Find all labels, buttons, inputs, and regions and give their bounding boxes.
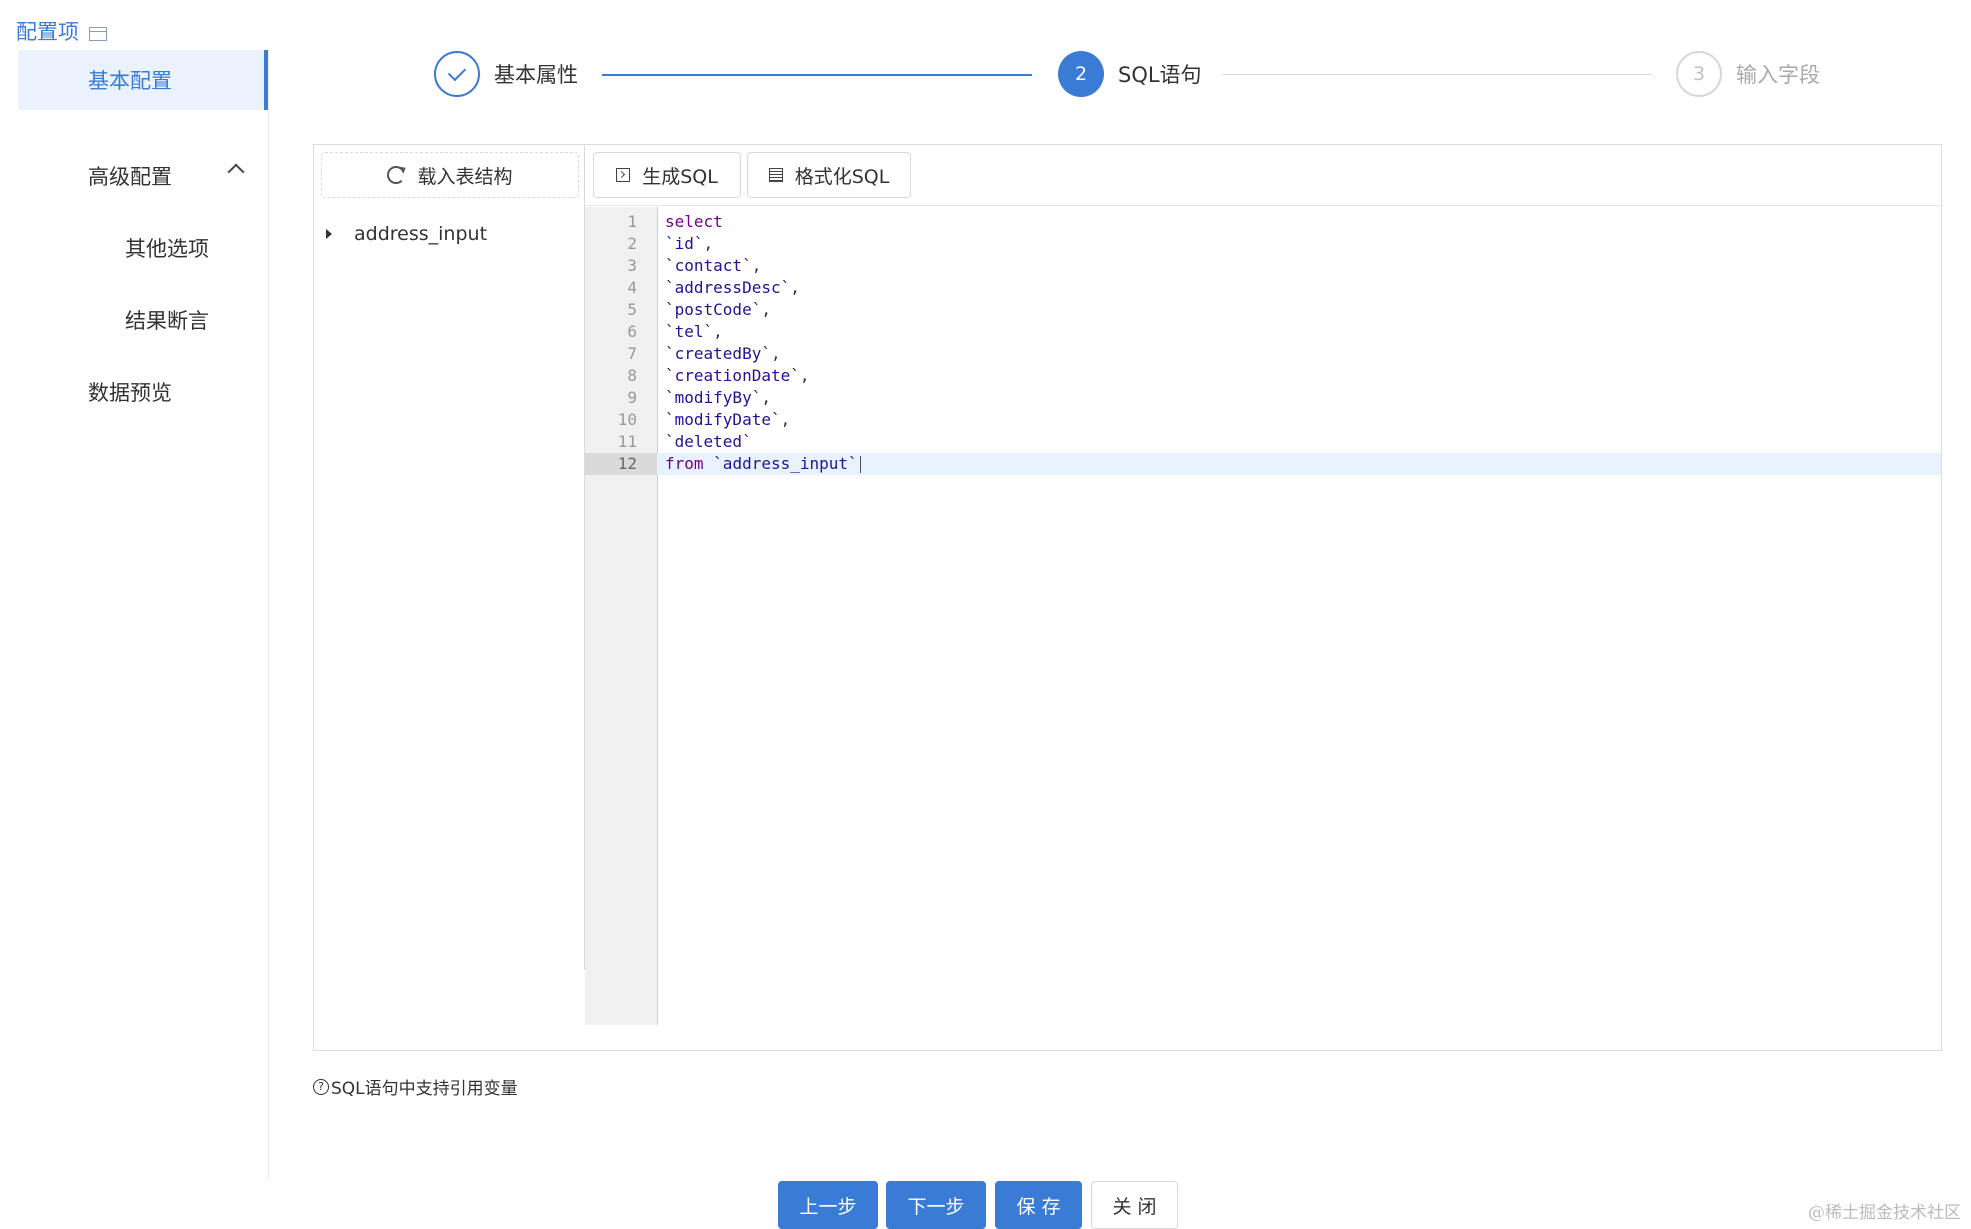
code-line[interactable]: 12 from `address_input` — [585, 453, 1941, 475]
code-text: select — [665, 212, 723, 231]
code-text: `creationDate`, — [665, 366, 810, 385]
format-list-icon — [768, 168, 783, 182]
sidebar-header: 配置项 — [16, 16, 107, 46]
code-line[interactable]: 6 `tel`, — [585, 321, 1941, 343]
tree-node-table[interactable]: address_input — [326, 223, 487, 245]
code-text: `id`, — [665, 234, 714, 253]
line-number: 5 — [627, 300, 637, 319]
sql-editor-panel: 载入表结构 address_input 生成SQL 格式化SQL 1 select… — [313, 144, 1942, 1051]
step-done-circle — [434, 51, 480, 97]
sidebar-item-label: 数据预览 — [88, 381, 172, 405]
sidebar-item-data-preview[interactable]: 数据预览 — [88, 372, 172, 412]
sidebar-item-label: 基本配置 — [88, 69, 172, 93]
code-text: `contact`, — [665, 256, 762, 275]
code-editor[interactable]: 1 select 2 `id`, 3 `contact`, 4 `addressDesc`, 5… — [585, 207, 1941, 1025]
tree-node-label: address_input — [354, 223, 488, 245]
sidebar: 基本配置 高级配置 其他选项 结果断言 数据预览 — [0, 50, 269, 1180]
step-label: SQL语句 — [1118, 63, 1202, 87]
code-text: `deleted` — [665, 432, 752, 451]
previous-step-button[interactable]: 上一步 — [778, 1181, 878, 1229]
line-number: 2 — [627, 234, 637, 253]
refresh-icon — [387, 166, 406, 184]
table-structure-pane: 载入表结构 address_input — [314, 145, 585, 970]
sidebar-item-label: 结果断言 — [125, 309, 209, 333]
step-sql-statement[interactable]: 2 SQL语句 — [1058, 51, 1202, 97]
code-line[interactable]: 9 `modifyBy`, — [585, 387, 1941, 409]
code-line[interactable]: 8 `creationDate`, — [585, 365, 1941, 387]
step-label: 基本属性 — [494, 63, 578, 87]
terminal-icon — [616, 168, 631, 182]
line-number: 12 — [585, 453, 657, 475]
code-line[interactable]: 3 `contact`, — [585, 255, 1941, 277]
code-text: `tel`, — [665, 322, 723, 341]
button-label: 载入表结构 — [417, 165, 513, 188]
code-text: `modifyBy`, — [665, 388, 771, 407]
button-label: 生成SQL — [642, 165, 718, 188]
code-text: `modifyDate`, — [665, 410, 791, 429]
question-icon: ? — [313, 1078, 329, 1095]
format-sql-button[interactable]: 格式化SQL — [747, 152, 911, 198]
code-line[interactable]: 5 `postCode`, — [585, 299, 1941, 321]
code-text: `createdBy`, — [665, 344, 781, 363]
generate-sql-button[interactable]: 生成SQL — [593, 152, 741, 198]
close-button[interactable]: 关 闭 — [1091, 1181, 1178, 1229]
step-number: 3 — [1676, 51, 1722, 97]
line-number: 6 — [627, 322, 637, 341]
code-text: `postCode`, — [665, 300, 771, 319]
line-number: 3 — [627, 256, 637, 275]
line-number: 1 — [627, 212, 637, 231]
sidebar-title: 配置项 — [16, 20, 79, 44]
line-number: 7 — [627, 344, 637, 363]
line-number: 10 — [617, 410, 637, 429]
app-root: 配置项 基本配置 高级配置 其他选项 结果断言 数据预览 基本属性 2 SQL语… — [0, 0, 1971, 1229]
code-line[interactable]: 7 `createdBy`, — [585, 343, 1941, 365]
caret-right-icon[interactable] — [326, 229, 332, 239]
code-line[interactable]: 10 `modifyDate`, — [585, 409, 1941, 431]
sidebar-item-label: 高级配置 — [88, 165, 172, 189]
check-icon — [447, 62, 467, 82]
step-basic-attributes[interactable]: 基本属性 — [434, 51, 578, 97]
step-label: 输入字段 — [1736, 63, 1820, 87]
step-connector — [1222, 74, 1652, 75]
next-step-button[interactable]: 下一步 — [886, 1181, 986, 1229]
hint-text: SQL语句中支持引用变量 — [331, 1079, 518, 1099]
sidebar-item-basic-config[interactable]: 基本配置 — [18, 50, 268, 110]
button-label: 格式化SQL — [794, 165, 890, 188]
step-number: 2 — [1058, 51, 1104, 97]
sidebar-item-advanced-config[interactable]: 高级配置 — [18, 156, 248, 196]
code-line[interactable]: 2 `id`, — [585, 233, 1941, 255]
step-connector — [602, 74, 1032, 76]
code-line[interactable]: 1 select — [585, 211, 1941, 233]
collapse-icon[interactable] — [89, 27, 107, 41]
code-text: from `address_input` — [665, 453, 861, 475]
line-number: 4 — [627, 278, 637, 297]
code-line[interactable]: 11 `deleted` — [585, 431, 1941, 453]
line-number: 11 — [617, 432, 637, 451]
sidebar-item-other-options[interactable]: 其他选项 — [125, 228, 209, 268]
step-input-fields[interactable]: 3 输入字段 — [1676, 51, 1820, 97]
sidebar-item-label: 其他选项 — [125, 237, 209, 261]
line-number: 9 — [627, 388, 637, 407]
watermark: @稀土掘金技术社区 — [1808, 1203, 1961, 1223]
code-line[interactable]: 4 `addressDesc`, — [585, 277, 1941, 299]
code-text: `addressDesc`, — [665, 278, 800, 297]
chevron-up-icon — [227, 163, 245, 181]
toolbar-divider — [585, 205, 1941, 206]
sidebar-item-result-assert[interactable]: 结果断言 — [125, 300, 209, 340]
text-cursor — [859, 456, 861, 473]
load-table-structure-button[interactable]: 载入表结构 — [321, 152, 579, 198]
sql-hint: ? SQL语句中支持引用变量 — [313, 1074, 518, 1099]
save-button[interactable]: 保 存 — [995, 1181, 1082, 1229]
line-number: 8 — [627, 366, 637, 385]
